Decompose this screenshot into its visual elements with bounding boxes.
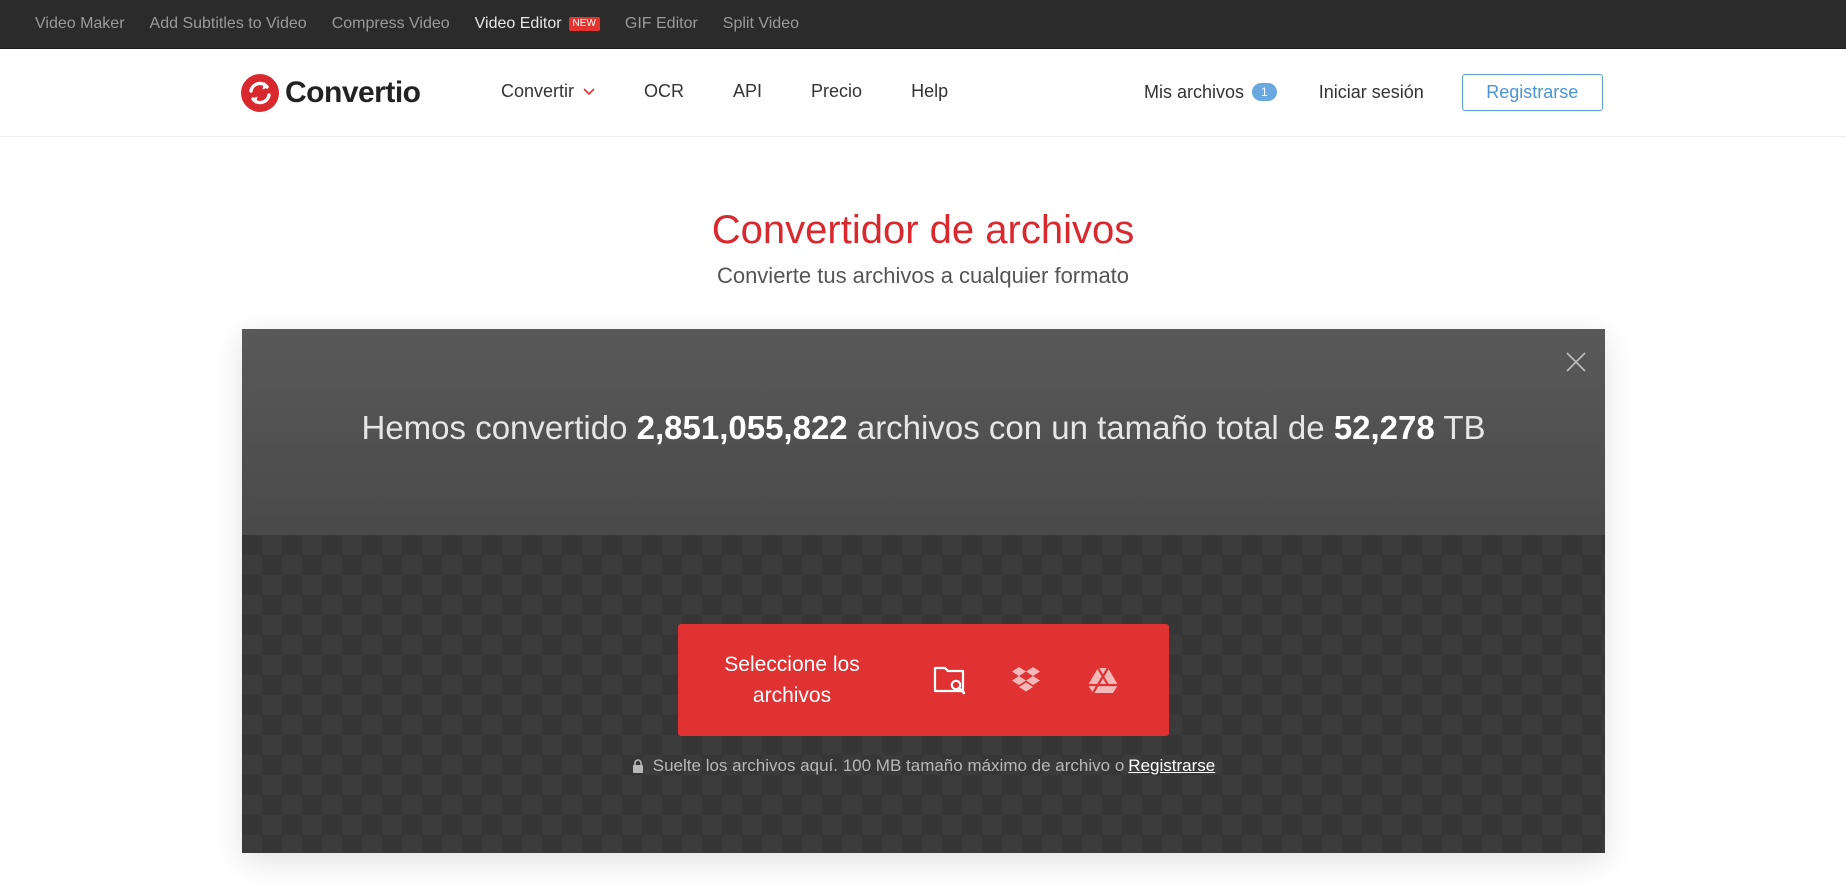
topbar-compress-video[interactable]: Compress Video bbox=[332, 15, 450, 33]
register-button[interactable]: Registrarse bbox=[1461, 73, 1603, 111]
topbar-video-maker[interactable]: Video Maker bbox=[35, 15, 125, 33]
drop-hint-text: Suelte los archivos aquí. 100 MB tamaño … bbox=[652, 756, 1125, 775]
login-link[interactable]: Iniciar sesión bbox=[1319, 82, 1424, 103]
top-product-bar: Video Maker Add Subtitles to Video Compr… bbox=[0, 0, 1846, 49]
topbar-video-editor-label: Video Editor bbox=[474, 15, 562, 32]
files-count-badge: 1 bbox=[1252, 83, 1277, 101]
conversion-stats: Hemos convertido 2,851,055,822 archivos … bbox=[242, 409, 1605, 447]
stats-banner: Hemos convertido 2,851,055,822 archivos … bbox=[242, 329, 1605, 535]
page-title: Convertidor de archivos bbox=[711, 208, 1135, 252]
drop-hint: Suelte los archivos aquí. 100 MB tamaño … bbox=[242, 756, 1605, 776]
folder-search-icon[interactable] bbox=[930, 660, 970, 700]
convertio-logo-icon bbox=[241, 74, 279, 112]
size-unit: TB bbox=[1443, 409, 1486, 446]
stats-prefix: Hemos convertido bbox=[361, 409, 628, 446]
lock-icon bbox=[632, 759, 643, 773]
stats-middle: archivos con un tamaño total de bbox=[856, 409, 1325, 446]
files-converted-count: 2,851,055,822 bbox=[636, 409, 848, 446]
page-subtitle: Convierte tus archivos a cualquier forma… bbox=[716, 263, 1130, 288]
new-badge: NEW bbox=[568, 17, 600, 31]
nav-api[interactable]: API bbox=[733, 81, 762, 102]
topbar-add-subtitles[interactable]: Add Subtitles to Video bbox=[150, 15, 307, 33]
logo[interactable]: Convertio bbox=[241, 74, 421, 112]
nav-help[interactable]: Help bbox=[911, 81, 948, 102]
topbar-split-video[interactable]: Split Video bbox=[723, 15, 799, 33]
upload-panel: Hemos convertido 2,851,055,822 archivos … bbox=[242, 329, 1605, 853]
drop-hint-register-link[interactable]: Registrarse bbox=[1128, 756, 1215, 776]
main-header: Convertio Convertir OCR API Precio Help … bbox=[0, 49, 1846, 137]
chevron-down-icon bbox=[583, 87, 595, 95]
nav-precio[interactable]: Precio bbox=[811, 81, 862, 102]
dropbox-icon[interactable] bbox=[1006, 660, 1046, 700]
file-select-box: Seleccione los archivos bbox=[678, 624, 1169, 736]
close-icon[interactable] bbox=[1565, 351, 1587, 373]
account-nav: Mis archivos 1 Iniciar sesión Registrars… bbox=[1144, 73, 1603, 111]
topbar-video-editor[interactable]: Video Editor NEW bbox=[475, 15, 600, 33]
nav-convertir[interactable]: Convertir bbox=[501, 81, 595, 102]
nav-convertir-label: Convertir bbox=[501, 81, 575, 101]
main-nav: Convertir OCR API Precio Help bbox=[501, 81, 997, 102]
logo-text: Convertio bbox=[285, 76, 421, 109]
my-files-link[interactable]: Mis archivos 1 bbox=[1144, 82, 1277, 103]
select-files-button[interactable]: Seleccione los archivos bbox=[678, 649, 896, 711]
total-size-value: 52,278 bbox=[1333, 409, 1435, 446]
google-drive-icon[interactable] bbox=[1083, 660, 1123, 700]
nav-ocr[interactable]: OCR bbox=[644, 81, 684, 102]
topbar-gif-editor[interactable]: GIF Editor bbox=[625, 15, 698, 33]
my-files-label: Mis archivos bbox=[1144, 81, 1245, 102]
